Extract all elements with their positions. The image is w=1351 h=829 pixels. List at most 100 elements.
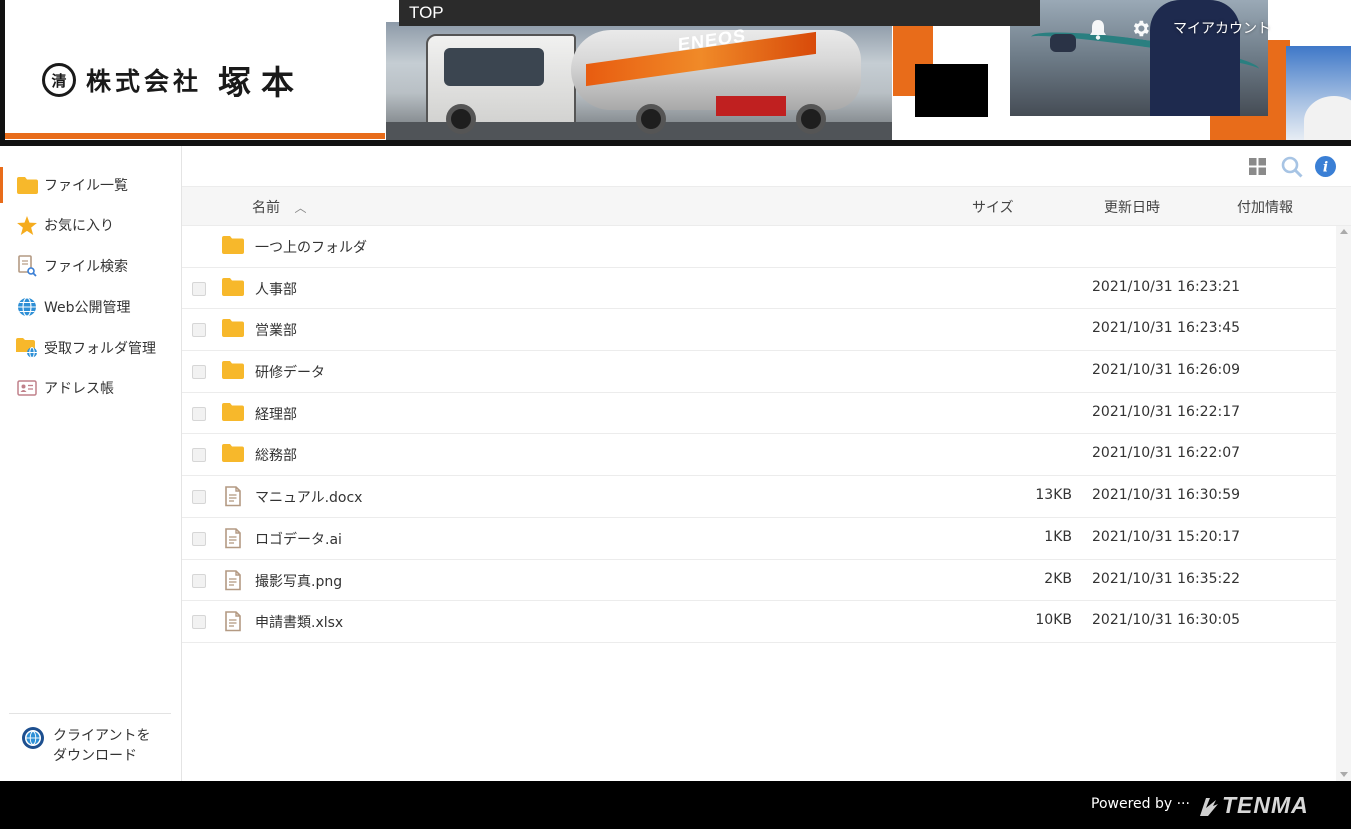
row-checkbox[interactable] (192, 531, 206, 546)
row-checkbox[interactable] (192, 406, 206, 421)
file-row[interactable]: 研修データ 2021/10/31 16:26:09 (182, 351, 1336, 393)
tank-dome (1304, 96, 1351, 140)
banner-accent-line (5, 133, 385, 139)
scroll-down-arrow-icon[interactable] (1340, 772, 1348, 777)
collage-black-block (915, 64, 988, 117)
sidebar-item-address-book[interactable]: アドレス帳 (0, 370, 181, 406)
row-name[interactable]: マニュアル.docx (255, 487, 362, 507)
toolbar: i (182, 146, 1351, 186)
file-list-panel: i 名前 ︿ サイズ 更新日時 付加情報 一つ上のフォルダ 人事部 2021/10… (182, 146, 1351, 781)
tenma-wing-icon (1200, 797, 1218, 816)
vertical-scrollbar[interactable] (1336, 226, 1351, 781)
sort-ascending-icon[interactable]: ︿ (294, 199, 306, 216)
row-size: 2KB (1044, 570, 1072, 587)
address-card-icon (16, 378, 38, 398)
company-logo[interactable]: 清 株式会社 塚本 (42, 58, 304, 102)
row-checkbox[interactable] (192, 490, 206, 505)
company-name: 塚本 (218, 63, 305, 102)
row-checkbox[interactable] (192, 615, 206, 630)
row-name[interactable]: 申請書類.xlsx (255, 612, 343, 632)
file-row[interactable]: マニュアル.docx 13KB 2021/10/31 16:30:59 (182, 476, 1336, 518)
column-header-size[interactable]: サイズ (972, 197, 1014, 217)
row-checkbox[interactable] (192, 281, 206, 296)
row-checkbox[interactable] (192, 573, 206, 588)
sidebar-item-label: アドレス帳 (44, 381, 114, 397)
row-date: 2021/10/31 16:35:22 (1092, 570, 1241, 587)
truck-wheel (446, 104, 476, 134)
client-download-line2: ダウンロード (53, 748, 137, 764)
row-checkbox[interactable] (192, 365, 206, 380)
sidebar: ファイル一覧 お気に入り ファイル検索 Web公開管理 受取フォルダ管理 アドレ… (0, 146, 182, 781)
powered-by-text: Powered by ··· (1091, 796, 1190, 812)
download-globe-icon (22, 727, 44, 749)
sidebar-item-file-search[interactable]: ファイル検索 (0, 248, 181, 284)
sidebar-item-label: ファイル一覧 (44, 178, 128, 194)
file-row[interactable]: 経理部 2021/10/31 16:22:17 (182, 393, 1336, 435)
sidebar-item-label: Web公開管理 (44, 300, 131, 316)
folder-icon (222, 319, 244, 339)
file-row[interactable]: 総務部 2021/10/31 16:22:07 (182, 434, 1336, 477)
row-name[interactable]: ロゴデータ.ai (255, 529, 342, 549)
folder-icon (222, 402, 244, 423)
row-checkbox[interactable] (192, 448, 206, 463)
header-banner: 清 株式会社 塚本 ENEOS TOP マイアカウント (0, 0, 1351, 146)
parent-folder-row[interactable]: 一つ上のフォルダ (182, 226, 1336, 268)
row-name[interactable]: 総務部 (255, 445, 297, 465)
file-row[interactable]: 営業部 2021/10/31 16:23:45 (182, 309, 1336, 352)
worker-glove (1050, 34, 1076, 52)
top-bar: TOP (399, 0, 1040, 26)
file-search-icon (16, 255, 38, 277)
search-icon[interactable] (1281, 156, 1303, 178)
truck-equipment (716, 96, 786, 116)
star-icon (16, 215, 38, 235)
client-download-line1: クライアントを (53, 728, 151, 744)
sidebar-item-web-publish[interactable]: Web公開管理 (0, 289, 181, 325)
scroll-up-arrow-icon[interactable] (1340, 229, 1348, 234)
column-header-date[interactable]: 更新日時 (1104, 197, 1160, 217)
client-download-button[interactable]: クライアントを ダウンロード (9, 713, 171, 766)
column-header-name[interactable]: 名前 ︿ (252, 197, 306, 217)
storage-tank-photo (1286, 46, 1351, 140)
row-date: 2021/10/31 15:20:17 (1092, 528, 1241, 545)
tenma-brand-text: TENMA (1222, 792, 1309, 818)
sidebar-item-receive-folder[interactable]: 受取フォルダ管理 (0, 330, 181, 366)
column-header-extra[interactable]: 付加情報 (1237, 197, 1293, 217)
globe-icon (16, 297, 38, 317)
row-size: 1KB (1044, 528, 1072, 545)
document-icon (224, 528, 246, 549)
row-name[interactable]: 撮影写真.png (255, 571, 342, 591)
parent-folder-link[interactable]: 一つ上のフォルダ (255, 237, 367, 257)
my-account-link[interactable]: マイアカウント (1173, 18, 1271, 38)
row-name[interactable]: 営業部 (255, 320, 297, 340)
svg-text:i: i (1323, 160, 1328, 176)
top-link[interactable]: TOP (409, 3, 444, 23)
row-date: 2021/10/31 16:22:17 (1092, 403, 1241, 420)
notification-bell-icon[interactable] (1088, 18, 1108, 40)
sidebar-item-favorites[interactable]: お気に入り (0, 207, 181, 243)
sidebar-item-label: 受取フォルダ管理 (44, 341, 156, 357)
info-icon[interactable]: i (1315, 156, 1336, 177)
sidebar-item-file-list[interactable]: ファイル一覧 (0, 167, 181, 203)
file-row[interactable]: 撮影写真.png 2KB 2021/10/31 16:35:22 (182, 560, 1336, 602)
truck-window (444, 48, 544, 86)
file-row[interactable]: 人事部 2021/10/31 16:23:21 (182, 268, 1336, 310)
row-date: 2021/10/31 16:30:59 (1092, 487, 1241, 504)
row-name[interactable]: 研修データ (255, 362, 325, 382)
company-emblem: 清 (42, 63, 76, 97)
document-icon (224, 486, 246, 507)
row-date: 2021/10/31 16:23:45 (1092, 320, 1241, 337)
settings-gear-icon[interactable] (1130, 18, 1151, 39)
grid-view-icon[interactable] (1249, 158, 1266, 175)
tenma-logo[interactable]: TENMA (1198, 792, 1309, 819)
folder-icon (16, 175, 38, 195)
row-checkbox[interactable] (192, 323, 206, 338)
row-date: 2021/10/31 16:30:05 (1092, 612, 1241, 629)
row-name[interactable]: 人事部 (255, 279, 297, 299)
row-name[interactable]: 経理部 (255, 404, 297, 424)
row-date: 2021/10/31 16:23:21 (1092, 278, 1241, 295)
file-row[interactable]: 申請書類.xlsx 10KB 2021/10/31 16:30:05 (182, 601, 1336, 643)
tanker-truck-photo: ENEOS (386, 22, 892, 140)
file-row[interactable]: ロゴデータ.ai 1KB 2021/10/31 15:20:17 (182, 518, 1336, 560)
banner-edge (0, 0, 5, 146)
row-date: 2021/10/31 16:22:07 (1092, 445, 1241, 462)
